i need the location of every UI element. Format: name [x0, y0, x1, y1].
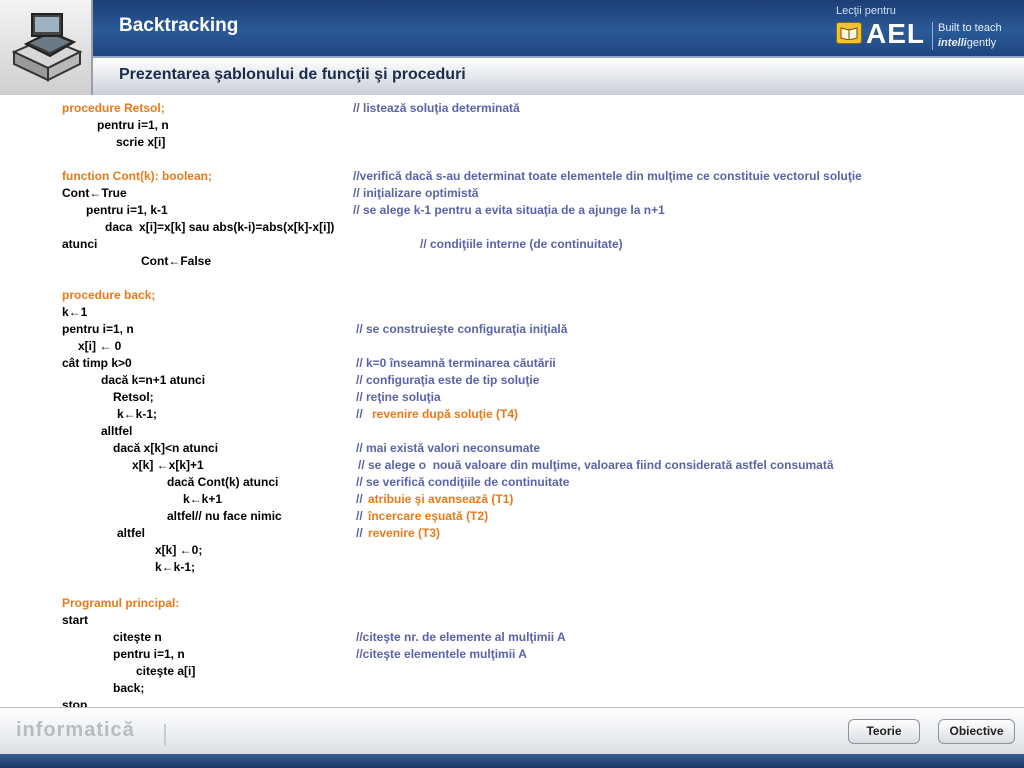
brand-tagline-2-bold: intelli: [938, 37, 967, 49]
code-line: // se verifică condiţiile de continuitat…: [356, 475, 570, 489]
brand-tagline-1: Built to teach: [938, 22, 1002, 34]
computer-icon: [11, 13, 83, 82]
footer-brand: informatică: [16, 719, 135, 741]
code-line: revenire după soluţie (T4): [372, 407, 519, 421]
code-line: procedure Retsol;: [62, 101, 165, 115]
code-line: stop: [62, 698, 88, 707]
obiective-button[interactable]: Obiective: [938, 719, 1015, 744]
code-line: atribuie şi avansează (T1): [368, 492, 514, 506]
code-line: //: [356, 509, 363, 523]
code-line: pentru i=1, n: [113, 647, 185, 661]
brand-top-text: Lecţii pentru: [836, 5, 896, 17]
code-line: Retsol;: [113, 390, 154, 404]
code-line: încercare eşuată (T2): [368, 509, 489, 523]
brand-tagline-2: intelligently: [938, 37, 996, 49]
brand-divider: [932, 22, 933, 50]
code-listing: procedure Retsol; // listează soluţia det…: [0, 96, 1024, 707]
code-line: // listează soluţia determinată: [353, 101, 520, 115]
code-line: k←1: [62, 305, 88, 319]
ael-brand: Lecţii pentru AEL Built to teach intelli…: [824, 0, 1024, 56]
code-line: // reţine soluţia: [356, 390, 441, 404]
code-line: revenire (T3): [368, 526, 441, 540]
code-line: // se construieşte configuraţia iniţială: [356, 322, 568, 336]
code-line: x[k] ←0;: [155, 543, 203, 557]
code-line: // k=0 înseamnă terminarea căutării: [356, 356, 556, 370]
subtitle-bar: Prezentarea şablonului de funcţii şi pro…: [93, 56, 1024, 95]
header: Backtracking Lecţii pentru AEL Built to …: [0, 0, 1024, 95]
code-line: k←k-1;: [155, 560, 196, 574]
code-line: //citeşte nr. de elemente al mulţimii A: [356, 630, 566, 644]
code-line: // mai există valori neconsumate: [356, 441, 541, 455]
code-line: Cont←True: [62, 186, 127, 200]
code-line: altfel: [117, 526, 146, 540]
code-line: x[k] ←x[k]+1: [132, 458, 204, 472]
code-line: citeşte a[i]: [136, 664, 196, 678]
code-line: back;: [113, 681, 145, 695]
book-icon: [836, 22, 862, 44]
app-logo: [0, 0, 93, 95]
code-line: // condiţiile interne (de continuitate): [420, 237, 623, 251]
code-line: start: [62, 613, 89, 627]
code-line: dacă Cont(k) atunci: [167, 475, 279, 489]
code-line: // se alege k-1 pentru a evita situaţia …: [353, 203, 665, 217]
code-line: //citeşte elementele mulţimii A: [356, 647, 527, 661]
footer: informatică Teorie Obiective: [0, 707, 1024, 768]
code-line: pentru i=1, n: [62, 322, 134, 336]
footer-divider: [164, 724, 166, 746]
code-line: //: [356, 492, 363, 506]
code-line: function Cont(k): boolean;: [62, 169, 212, 183]
code-line: k←k+1: [183, 492, 223, 506]
brand-name: AEL: [866, 18, 925, 49]
code-line: x[i] ← 0: [78, 339, 122, 353]
title-bar: Backtracking Lecţii pentru AEL Built to …: [93, 0, 1024, 56]
code-line: //: [356, 407, 363, 421]
code-line: citeşte n: [113, 630, 162, 644]
code-line: //: [356, 526, 363, 540]
code-line: dacă k=n+1 atunci: [101, 373, 206, 387]
code-line: alltfel: [101, 424, 133, 438]
app-title: Backtracking: [119, 15, 239, 36]
code-line: //verifică dacă s-au determinat toate el…: [353, 169, 862, 183]
code-line: // iniţializare optimistă: [353, 186, 479, 200]
code-line: procedure back;: [62, 288, 156, 302]
code-line: altfel// nu face nimic: [167, 509, 282, 523]
bottom-strip: [0, 754, 1024, 768]
code-line: Programul principal:: [62, 596, 180, 610]
code-line: scrie x[i]: [116, 135, 166, 149]
code-line: pentru i=1, n: [97, 118, 169, 132]
code-line: // se alege o nouă valoare din mulţime, …: [358, 458, 834, 472]
code-line: daca x[i]=x[k] sau abs(k-i)=abs(x[k]-x[i…: [105, 220, 335, 234]
code-line: // configuraţia este de tip soluţie: [356, 373, 540, 387]
code-line: atunci: [62, 237, 98, 251]
teorie-button[interactable]: Teorie: [848, 719, 920, 744]
code-line: dacă x[k]<n atunci: [113, 441, 219, 455]
code-line: cât timp k>0: [62, 356, 132, 370]
code-line: Cont←False: [141, 254, 212, 268]
code-line: pentru i=1, k-1: [86, 203, 168, 217]
brand-tagline-2-rest: gently: [966, 37, 997, 49]
code-line: k←k-1;: [117, 407, 158, 421]
page-title: Prezentarea şablonului de funcţii şi pro…: [119, 66, 466, 83]
